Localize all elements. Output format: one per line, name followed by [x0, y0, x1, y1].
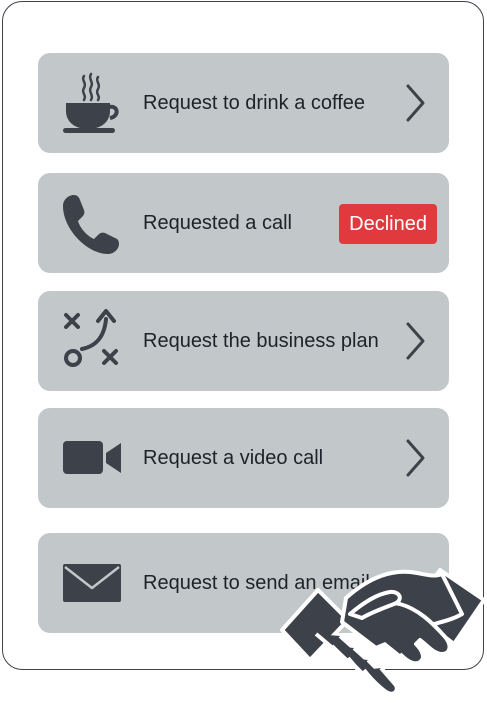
chevron-right-icon[interactable] — [405, 83, 427, 123]
request-item-label: Request a video call — [143, 447, 324, 469]
chevron-right-icon[interactable] — [405, 438, 427, 478]
chevron-right-icon[interactable] — [405, 321, 427, 361]
request-item-business-plan[interactable]: Request the business plan — [38, 291, 449, 391]
request-item-call[interactable]: Requested a call Declined — [38, 173, 449, 273]
phone-icon — [60, 191, 124, 255]
request-item-label: Request to drink a coffee — [143, 92, 365, 114]
declined-badge: Declined — [339, 204, 437, 244]
strategy-plan-icon — [60, 309, 124, 373]
request-item-label: Request the business plan — [143, 330, 379, 352]
request-item-label: Requested a call — [143, 212, 292, 234]
video-camera-icon — [60, 426, 124, 490]
request-item-coffee[interactable]: Request to drink a coffee — [38, 53, 449, 153]
coffee-cup-icon — [60, 71, 124, 135]
handshake-icon — [280, 548, 487, 703]
request-item-video-call[interactable]: Request a video call — [38, 408, 449, 508]
envelope-icon — [60, 551, 124, 615]
